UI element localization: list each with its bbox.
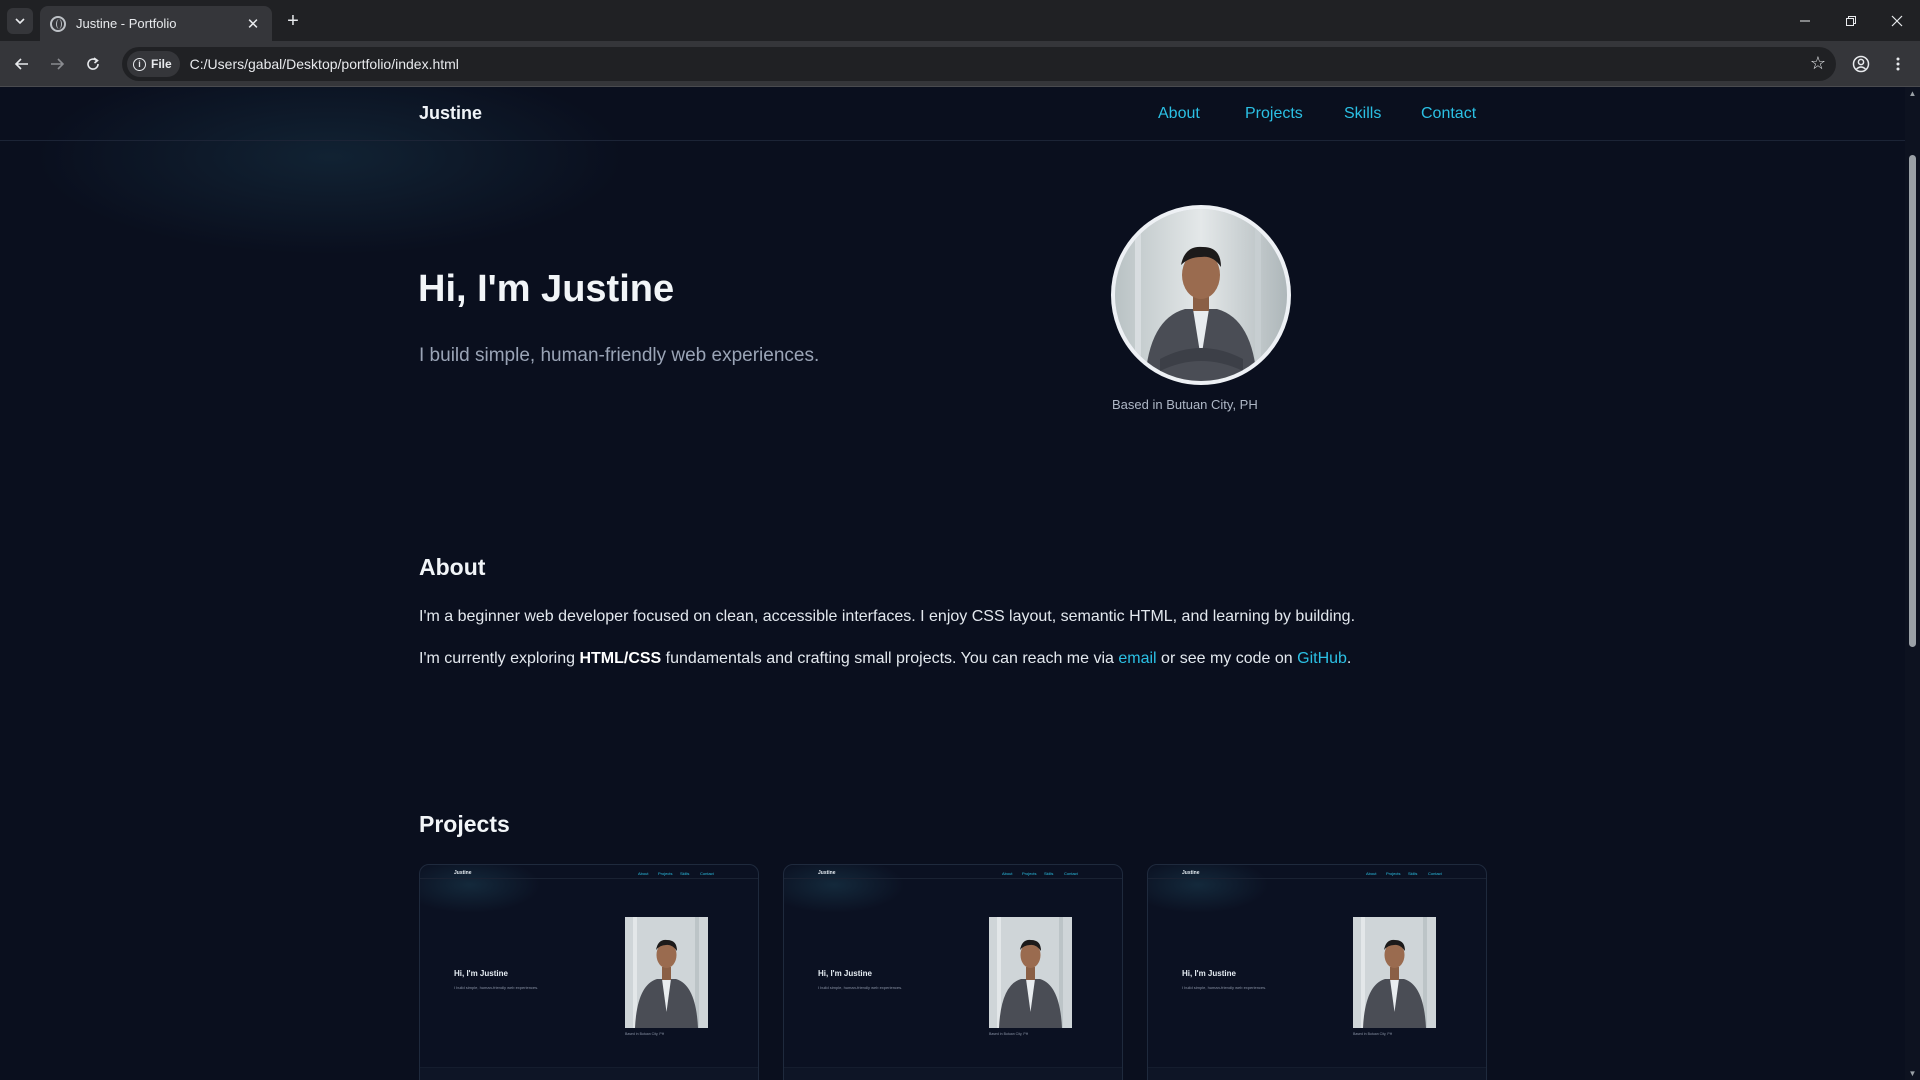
reload-button[interactable] xyxy=(79,50,107,78)
forward-button[interactable] xyxy=(43,50,71,78)
card-footer xyxy=(1148,1067,1486,1080)
email-link[interactable]: email xyxy=(1118,650,1156,667)
card-divider xyxy=(784,878,1122,879)
new-tab-button[interactable]: + xyxy=(280,8,306,34)
location-caption: Based in Butuan City, PH xyxy=(1112,397,1258,412)
about-paragraph-2: I'm currently exploring HTML/CSS fundame… xyxy=(419,650,1351,668)
card-divider xyxy=(1148,878,1486,879)
minimize-button[interactable] xyxy=(1782,0,1828,41)
about-paragraph-1: I'm a beginner web developer focused on … xyxy=(419,608,1356,625)
card-nav-link: About xyxy=(1002,871,1013,876)
url-text[interactable]: C:/Users/gabal/Desktop/portfolio/index.h… xyxy=(190,56,459,72)
restore-button[interactable] xyxy=(1828,0,1874,41)
browser-menu-button[interactable] xyxy=(1884,50,1912,78)
scrollbar-thumb[interactable] xyxy=(1909,155,1916,647)
about-text: fundamentals and crafting small projects… xyxy=(661,650,1119,667)
address-bar[interactable]: i File C:/Users/gabal/Desktop/portfolio/… xyxy=(122,47,1836,81)
card-nav-link: Contact xyxy=(1428,871,1442,876)
card-caption: Based in Butuan City, PH xyxy=(989,1032,1029,1036)
site-brand[interactable]: Justine xyxy=(419,103,482,124)
chevron-down-icon xyxy=(15,18,25,25)
site-info-label: File xyxy=(151,57,172,71)
card-subtitle: I build simple, human-friendly web exper… xyxy=(1182,985,1267,990)
about-text: or see my code on xyxy=(1156,650,1298,667)
bookmark-star-icon[interactable]: ☆ xyxy=(1810,53,1826,74)
browser-tab[interactable]: Justine - Portfolio ✕ xyxy=(40,6,272,41)
card-nav-link: Projects xyxy=(658,871,673,876)
project-card[interactable]: Justine About Projects Skills Contact Hi… xyxy=(419,864,759,1080)
close-tab-icon[interactable]: ✕ xyxy=(244,15,262,33)
close-icon xyxy=(1891,15,1903,26)
card-photo xyxy=(625,917,708,1028)
card-photo xyxy=(1353,917,1436,1028)
card-subtitle: I build simple, human-friendly web exper… xyxy=(454,985,539,990)
tab-title: Justine - Portfolio xyxy=(76,16,177,31)
about-bold-skill: HTML/CSS xyxy=(579,650,662,667)
browser-tabbar: Justine - Portfolio ✕ + xyxy=(0,0,1920,41)
profile-photo xyxy=(1111,205,1291,385)
minimize-icon xyxy=(1800,20,1810,21)
card-nav-link: Skills xyxy=(1408,871,1418,876)
project-card[interactable]: Justine About Projects Skills Contact Hi… xyxy=(1147,864,1487,1080)
arrow-left-icon xyxy=(14,58,28,70)
back-button[interactable] xyxy=(8,50,36,78)
card-footer xyxy=(420,1067,758,1080)
project-card[interactable]: Justine About Projects Skills Contact Hi… xyxy=(783,864,1123,1080)
hero-title: Hi, I'm Justine xyxy=(418,268,675,310)
card-brand: Justine xyxy=(818,870,836,876)
globe-icon xyxy=(50,15,66,32)
site-header: Justine About Projects Skills Contact xyxy=(0,87,1905,141)
page-scrollbar[interactable]: ▲ ▼ xyxy=(1905,87,1920,1080)
tab-search-button[interactable] xyxy=(7,8,33,34)
card-caption: Based in Butuan City, PH xyxy=(1353,1032,1393,1036)
card-nav-link: About xyxy=(638,871,649,876)
nav-link-projects[interactable]: Projects xyxy=(1245,105,1303,123)
info-icon: i xyxy=(133,57,146,71)
card-footer xyxy=(784,1067,1122,1080)
projects-heading: Projects xyxy=(419,811,510,837)
close-window-button[interactable] xyxy=(1874,0,1920,41)
scroll-up-icon[interactable]: ▲ xyxy=(1908,89,1917,98)
nav-link-about[interactable]: About xyxy=(1158,105,1200,123)
card-brand: Justine xyxy=(1182,870,1200,876)
card-title: Hi, I'm Justine xyxy=(1182,969,1236,978)
card-title: Hi, I'm Justine xyxy=(818,969,872,978)
reload-icon xyxy=(87,57,99,70)
about-text: . xyxy=(1346,650,1352,667)
person-photo-icon xyxy=(625,917,708,1028)
hero-subtitle: I build simple, human-friendly web exper… xyxy=(419,345,820,366)
scroll-down-icon[interactable]: ▼ xyxy=(1908,1069,1917,1078)
person-photo-icon xyxy=(989,917,1072,1028)
about-text: I'm currently exploring xyxy=(419,650,580,667)
page-viewport: Justine About Projects Skills Contact Hi… xyxy=(0,87,1905,1080)
site-info-chip[interactable]: i File xyxy=(127,51,180,77)
card-subtitle: I build simple, human-friendly web exper… xyxy=(818,985,903,990)
nav-link-skills[interactable]: Skills xyxy=(1344,105,1381,123)
card-nav-link: Contact xyxy=(700,871,714,876)
github-link[interactable]: GitHub xyxy=(1297,650,1347,667)
card-nav-link: Skills xyxy=(680,871,690,876)
profile-button[interactable] xyxy=(1847,50,1875,78)
nav-link-contact[interactable]: Contact xyxy=(1421,105,1476,123)
about-heading: About xyxy=(419,554,486,580)
card-nav-link: Projects xyxy=(1022,871,1037,876)
restore-icon xyxy=(1846,15,1856,26)
person-photo-icon xyxy=(1353,917,1436,1028)
card-photo xyxy=(989,917,1072,1028)
card-nav-link: Skills xyxy=(1044,871,1054,876)
person-photo-icon xyxy=(1115,209,1287,381)
card-caption: Based in Butuan City, PH xyxy=(625,1032,665,1036)
card-brand: Justine xyxy=(454,870,472,876)
arrow-right-icon xyxy=(51,58,65,70)
card-title: Hi, I'm Justine xyxy=(454,969,508,978)
card-nav-link: Contact xyxy=(1064,871,1078,876)
card-nav-link: Projects xyxy=(1386,871,1401,876)
card-divider xyxy=(420,878,758,879)
browser-toolbar: i File C:/Users/gabal/Desktop/portfolio/… xyxy=(0,41,1920,87)
more-vertical-icon xyxy=(1896,57,1900,71)
profile-icon xyxy=(1852,55,1870,73)
card-nav-link: About xyxy=(1366,871,1377,876)
